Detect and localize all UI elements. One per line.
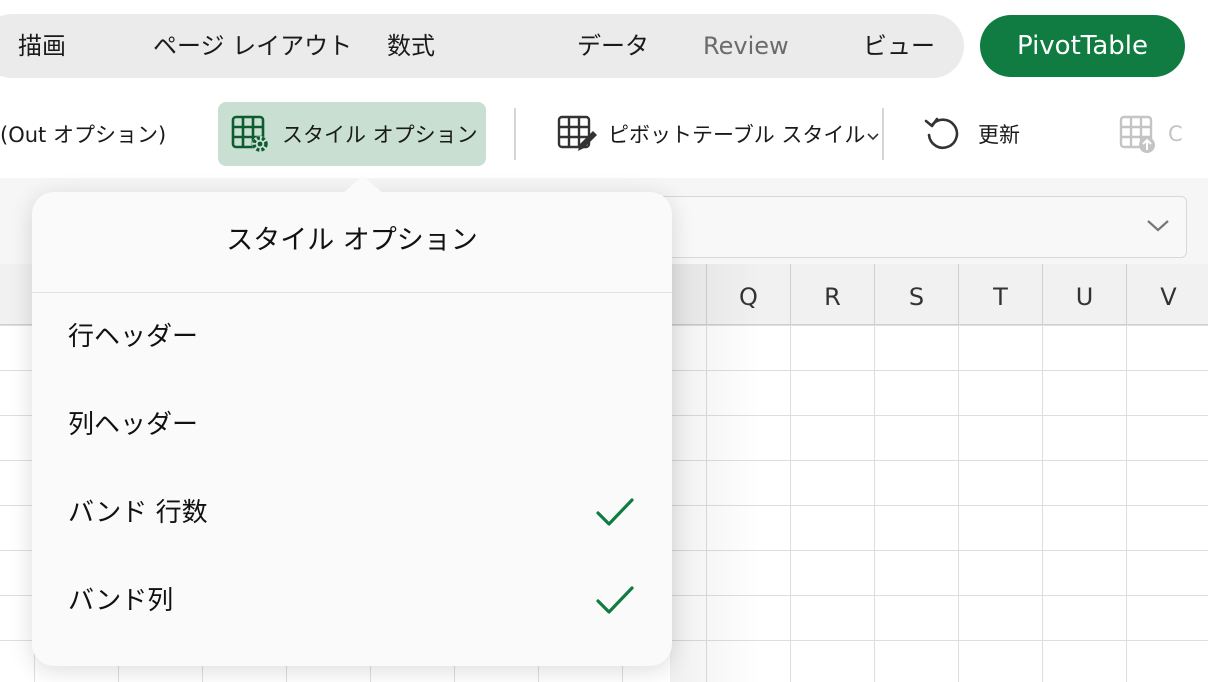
style-options-button[interactable]: スタイル オプション xyxy=(218,102,486,166)
ribbon-separator xyxy=(514,108,516,160)
style-options-popover: スタイル オプション 行ヘッダー 列ヘッダー バンド 行数 バンド列 xyxy=(32,176,672,666)
popover-arrow xyxy=(343,176,383,193)
tab-page-layout[interactable]: ページ レイアウト xyxy=(153,14,352,78)
ribbon-separator xyxy=(882,108,884,160)
option-column-headers[interactable]: 列ヘッダー xyxy=(32,381,672,469)
tab-data[interactable]: データ xyxy=(577,14,649,78)
option-label: バンド列 xyxy=(68,586,174,616)
change-source-label: C xyxy=(1168,122,1183,146)
option-row-headers[interactable]: 行ヘッダー xyxy=(32,293,672,381)
ribbon-tab-bar: 描画 ページ レイアウト 数式 データ Review ビュー PivotTabl… xyxy=(0,0,1208,92)
ribbon-command-row: (Out オプション) スタイル オプション ピボットテーブル スタイル 更新 … xyxy=(0,92,1208,178)
chevron-down-icon xyxy=(867,122,879,146)
grid-shadow xyxy=(670,264,760,682)
tab-pivottable[interactable]: PivotTable xyxy=(980,15,1185,77)
table-upload-icon xyxy=(1118,113,1160,155)
pivot-styles-button[interactable]: ピボットテーブル スタイル xyxy=(556,102,879,166)
layout-options-label: (Out オプション) xyxy=(0,123,167,147)
refresh-button[interactable]: 更新 xyxy=(922,102,1042,166)
checkmark-icon xyxy=(595,583,635,619)
option-label: 列ヘッダー xyxy=(68,410,199,440)
checkmark-icon xyxy=(595,495,635,531)
column-header-v[interactable]: V xyxy=(1126,264,1208,324)
option-label: バンド 行数 xyxy=(68,498,208,528)
popover-title: スタイル オプション xyxy=(226,225,478,256)
table-edit-icon xyxy=(556,113,598,155)
formula-input[interactable] xyxy=(640,196,1187,258)
tab-draw[interactable]: 描画 xyxy=(18,14,66,78)
column-header-s[interactable]: S xyxy=(874,264,958,324)
chevron-down-icon[interactable] xyxy=(1144,211,1172,239)
option-label: 行ヘッダー xyxy=(68,322,199,352)
table-settings-icon xyxy=(230,113,272,155)
tab-review[interactable]: Review xyxy=(703,14,789,78)
tab-view[interactable]: ビュー xyxy=(863,14,935,78)
column-header[interactable]: I xyxy=(0,264,10,324)
layout-options-button[interactable]: (Out オプション) xyxy=(0,102,180,166)
option-banded-columns[interactable]: バンド列 xyxy=(32,557,672,645)
option-banded-rows[interactable]: バンド 行数 xyxy=(32,469,672,557)
column-header-r[interactable]: R xyxy=(790,264,874,324)
ribbon-tab-group xyxy=(0,14,964,78)
column-header-u[interactable]: U xyxy=(1042,264,1126,324)
change-source-button[interactable]: C xyxy=(1118,102,1208,166)
refresh-label: 更新 xyxy=(978,123,1020,147)
tab-formulas[interactable]: 数式 xyxy=(387,14,435,78)
refresh-icon xyxy=(922,113,964,155)
column-header-t[interactable]: T xyxy=(958,264,1042,324)
style-options-label: スタイル オプション xyxy=(282,123,478,147)
pivot-styles-label: ピボットテーブル スタイル xyxy=(608,123,866,147)
